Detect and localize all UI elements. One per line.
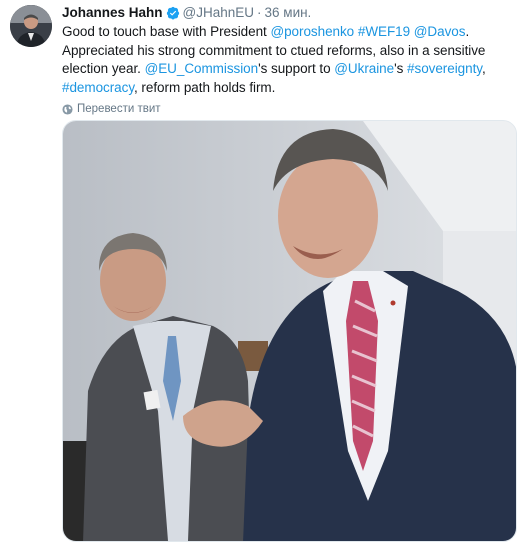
author-avatar[interactable] xyxy=(10,5,52,47)
hashtag-link[interactable]: #sovereignty xyxy=(407,61,482,76)
mention-link[interactable]: @poroshenko xyxy=(270,24,354,39)
mention-link[interactable]: @Davos xyxy=(414,24,466,39)
tweet-header: Johannes Hahn @JHahnEU · 36 мин. xyxy=(62,4,514,21)
globe-icon xyxy=(62,103,73,115)
author-name[interactable]: Johannes Hahn xyxy=(62,4,163,21)
tweet-photo[interactable] xyxy=(62,120,517,542)
tweet-text-segment: 's xyxy=(394,61,408,76)
tweet-body: Johannes Hahn @JHahnEU · 36 мин. Good to… xyxy=(62,4,514,115)
tweet-text-segment: , reform path holds firm. xyxy=(134,79,276,95)
mention-link[interactable]: @EU_Commission xyxy=(145,61,259,76)
tweet-text-segment: 's support to xyxy=(258,61,335,76)
tweet-text: Good to touch base with President @poros… xyxy=(62,23,514,97)
hashtag-link[interactable]: #democracy xyxy=(62,80,134,95)
translate-tweet-label: Перевести твит xyxy=(77,103,161,115)
verified-badge-icon xyxy=(166,6,179,19)
header-separator: · xyxy=(257,5,262,20)
tweet-timestamp[interactable]: 36 мин. xyxy=(265,4,312,21)
tweet: Johannes Hahn @JHahnEU · 36 мин. Good to… xyxy=(0,0,520,543)
photo-illustration xyxy=(63,121,516,541)
mention-link[interactable]: @Ukraine xyxy=(334,61,394,76)
tweet-text-segment: Good to touch base with President xyxy=(62,24,271,39)
translate-tweet-button[interactable]: Перевести твит xyxy=(62,103,514,115)
tweet-text-segment: , xyxy=(481,61,486,76)
hashtag-link[interactable]: #WEF19 xyxy=(358,24,410,39)
author-handle[interactable]: @JHahnEU xyxy=(183,4,254,21)
